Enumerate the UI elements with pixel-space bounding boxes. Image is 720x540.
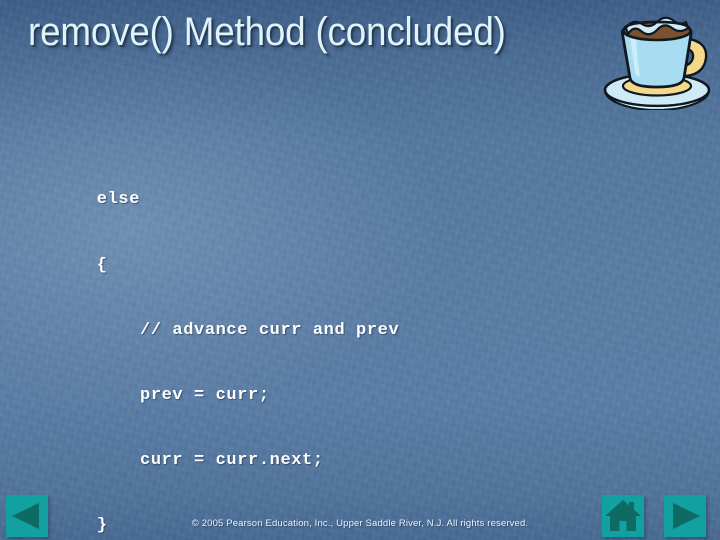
home-button[interactable] [602, 495, 644, 537]
code-line: curr = curr.next; [32, 450, 324, 470]
code-line: else [32, 190, 141, 210]
code-block: else { // advance curr and prev prev = c… [32, 146, 652, 540]
code-line: prev = curr; [32, 385, 270, 405]
next-slide-button[interactable] [664, 495, 706, 537]
previous-slide-button[interactable] [6, 495, 48, 537]
code-line: { [32, 255, 108, 275]
triangle-left-icon [6, 495, 48, 537]
coffee-cup-icon [600, 2, 718, 112]
home-icon [602, 495, 644, 537]
code-line: // advance curr and prev [32, 320, 400, 340]
presentation-slide: remove() Method (concluded) else {// ad… [0, 0, 720, 540]
triangle-right-icon [664, 495, 706, 537]
slide-title: remove() Method (concluded) [28, 10, 506, 54]
